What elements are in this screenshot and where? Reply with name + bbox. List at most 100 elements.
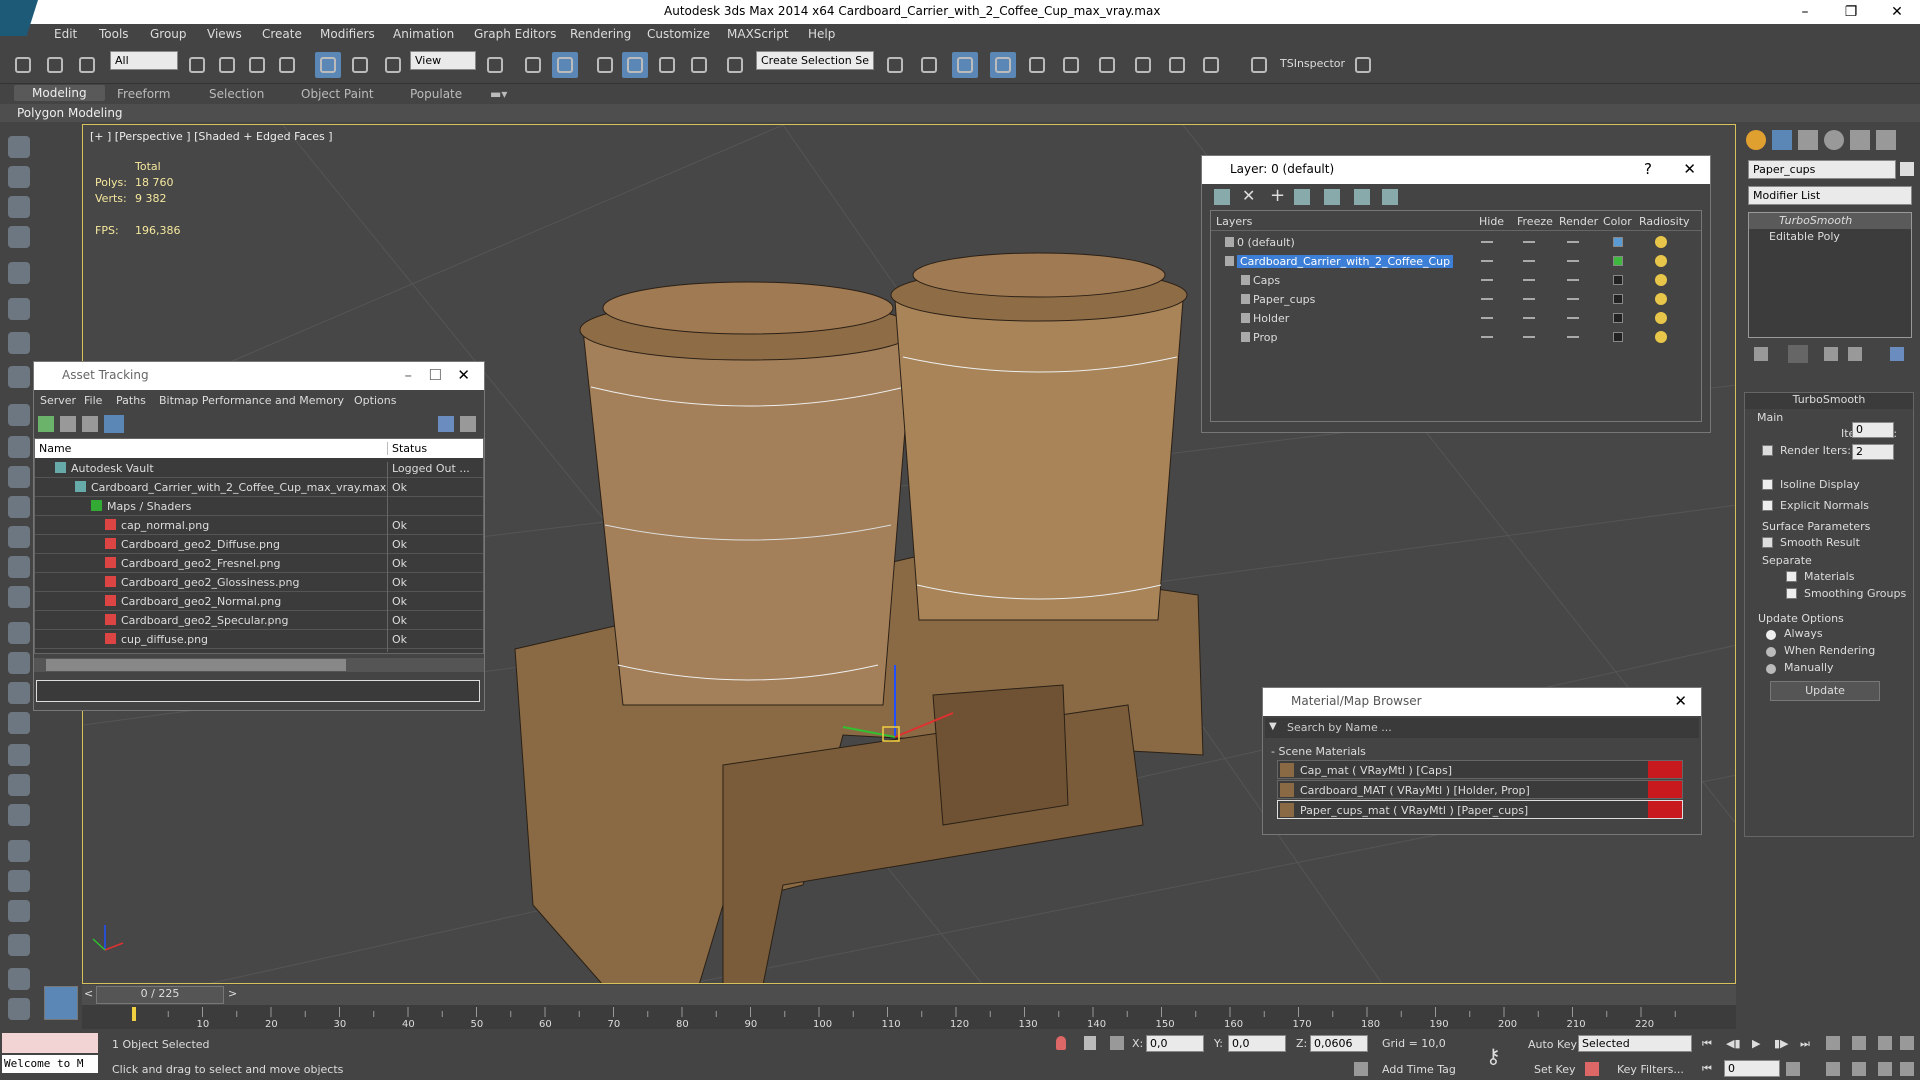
highlight-layer-icon[interactable] bbox=[1324, 189, 1340, 205]
freeze-toggle-icon[interactable] bbox=[1523, 298, 1535, 300]
add-to-layer-icon[interactable]: + bbox=[1270, 185, 1285, 206]
asset-row[interactable]: Maps / Shaders bbox=[35, 497, 483, 519]
hide-toggle-icon[interactable] bbox=[1481, 317, 1493, 319]
x-coord-field[interactable]: 0,0 bbox=[1146, 1035, 1204, 1052]
menu-paths[interactable]: Paths bbox=[116, 394, 146, 407]
prev-frame-icon[interactable]: ◀▮ bbox=[1726, 1037, 1741, 1050]
settings-icon[interactable] bbox=[460, 416, 476, 432]
utilities-tab-icon[interactable] bbox=[1876, 130, 1896, 150]
rect-selection-icon[interactable] bbox=[244, 52, 270, 78]
asset-row[interactable]: Cardboard_Carrier_with_2_Coffee_Cup_max_… bbox=[35, 478, 483, 500]
tab-object-paint[interactable]: Object Paint bbox=[301, 87, 374, 101]
script-icon[interactable] bbox=[8, 968, 30, 990]
material-browser-close-icon[interactable]: ✕ bbox=[1674, 692, 1687, 710]
hair-icon[interactable] bbox=[8, 774, 30, 796]
spinner-snap-icon[interactable] bbox=[686, 52, 712, 78]
sun-icon[interactable] bbox=[8, 556, 30, 578]
menu-options[interactable]: Options bbox=[354, 394, 396, 407]
auto-key-button[interactable]: Auto Key bbox=[1528, 1038, 1577, 1051]
material-search-input[interactable]: Search by Name ... bbox=[1287, 721, 1392, 734]
viewport-layout-icon[interactable] bbox=[44, 986, 78, 1020]
create-tab-icon[interactable] bbox=[1746, 130, 1766, 150]
delete-layer-icon[interactable]: ✕ bbox=[1242, 186, 1255, 205]
isolate-icon[interactable] bbox=[1056, 1036, 1066, 1050]
pin-stack-icon[interactable] bbox=[1754, 347, 1768, 361]
gear-icon[interactable] bbox=[8, 712, 30, 734]
asset-row[interactable]: Cardboard_geo2_Fresnel.png Ok bbox=[35, 554, 483, 576]
search-options-icon[interactable]: ▼ bbox=[1269, 721, 1277, 732]
rectangle-icon[interactable] bbox=[8, 404, 30, 426]
stack-item-editable-poly[interactable]: Editable Poly bbox=[1749, 229, 1911, 245]
radiosity-icon[interactable] bbox=[1655, 312, 1667, 324]
layer-color-swatch[interactable] bbox=[1613, 237, 1623, 247]
set-key-button[interactable]: Set Key bbox=[1534, 1063, 1576, 1076]
hierarchy-tab-icon[interactable] bbox=[1798, 130, 1818, 150]
plant-icon[interactable] bbox=[8, 744, 30, 766]
light-icon[interactable] bbox=[8, 262, 30, 284]
grid-icon[interactable] bbox=[8, 226, 30, 248]
paint-icon[interactable] bbox=[8, 804, 30, 826]
layer-manager-icon[interactable] bbox=[952, 52, 978, 78]
tab-populate[interactable]: Populate bbox=[410, 87, 462, 101]
app-logo-icon[interactable] bbox=[0, 0, 38, 36]
time-tag-icon[interactable] bbox=[1354, 1062, 1368, 1076]
asset-tracking-titlebar[interactable]: Asset Tracking – ☐ ✕ bbox=[34, 362, 484, 390]
bones-icon[interactable] bbox=[8, 652, 30, 674]
keyboard-shortcut-icon[interactable] bbox=[552, 52, 578, 78]
explicit-normals-checkbox[interactable] bbox=[1762, 500, 1773, 511]
viewport-label[interactable]: [+ ] [Perspective ] [Shaded + Edged Face… bbox=[90, 130, 333, 143]
render-iters-field[interactable]: 2 bbox=[1852, 444, 1894, 460]
controller-icon[interactable] bbox=[8, 900, 30, 922]
snap-3d-icon[interactable] bbox=[592, 52, 618, 78]
go-to-start-icon[interactable]: ⏮ bbox=[1702, 1037, 1712, 1051]
new-layer-icon[interactable] bbox=[1214, 189, 1230, 205]
y-coord-field[interactable]: 0,0 bbox=[1228, 1035, 1286, 1052]
timeline-ruler[interactable]: 10 20 30 40 50 60 70 80 90 100 110 120 130 140 150 160 1… bbox=[82, 1005, 1736, 1030]
lock-icon[interactable] bbox=[1084, 1036, 1096, 1050]
time-prev-icon[interactable]: < bbox=[84, 987, 93, 1000]
smoothing-groups-checkbox[interactable] bbox=[1786, 588, 1797, 599]
close-button[interactable]: ✕ bbox=[1874, 0, 1920, 24]
radiosity-icon[interactable] bbox=[1655, 255, 1667, 267]
isoline-checkbox[interactable] bbox=[1762, 479, 1773, 490]
plane-icon[interactable] bbox=[8, 196, 30, 218]
menu-help[interactable]: Help bbox=[808, 27, 835, 41]
z-coord-field[interactable]: 0,0606 bbox=[1310, 1035, 1368, 1052]
show-end-result-icon[interactable] bbox=[1788, 345, 1808, 363]
asset-row[interactable]: Autodesk Vault Logged Out ... bbox=[35, 459, 483, 481]
menu-views[interactable]: Views bbox=[207, 27, 242, 41]
key-selection-dropdown[interactable]: Selected bbox=[1578, 1035, 1692, 1052]
zoom-all-icon[interactable] bbox=[1852, 1036, 1866, 1050]
scene-materials-header[interactable]: - Scene Materials bbox=[1269, 742, 1695, 760]
menu-tools[interactable]: Tools bbox=[99, 27, 129, 41]
material-item[interactable]: Paper_cups_mat ( VRayMtl ) [Paper_cups] bbox=[1277, 800, 1683, 819]
refresh-icon[interactable] bbox=[38, 416, 54, 432]
layer-close-icon[interactable]: ✕ bbox=[1683, 160, 1696, 178]
move-icon[interactable] bbox=[315, 52, 341, 78]
schematic-view-icon[interactable] bbox=[1058, 52, 1084, 78]
asset-row[interactable]: cup_diffuse.png Ok bbox=[35, 630, 483, 652]
help-icon[interactable] bbox=[438, 416, 454, 432]
material-item[interactable]: Cardboard_MAT ( VRayMtl ) [Holder, Prop] bbox=[1277, 780, 1683, 799]
tab-selection[interactable]: Selection bbox=[209, 87, 264, 101]
menu-server[interactable]: Server bbox=[40, 394, 76, 407]
key-icon[interactable]: ⚷ bbox=[1486, 1044, 1501, 1068]
update-button[interactable]: Update bbox=[1770, 681, 1880, 701]
zoom-icon[interactable] bbox=[1826, 1036, 1840, 1050]
link-icon[interactable] bbox=[10, 52, 36, 78]
sphere-material-icon[interactable] bbox=[8, 586, 30, 608]
menu-customize[interactable]: Customize bbox=[647, 27, 710, 41]
column-freeze[interactable]: Freeze bbox=[1517, 215, 1553, 228]
key-mode-toggle-icon[interactable]: ⏮ bbox=[1702, 1062, 1712, 1076]
remove-modifier-icon[interactable] bbox=[1848, 347, 1862, 361]
when-rendering-radio[interactable] bbox=[1766, 647, 1776, 657]
asset-hscrollbar[interactable] bbox=[34, 658, 484, 672]
box-icon[interactable] bbox=[8, 166, 30, 188]
make-unique-icon[interactable] bbox=[1824, 347, 1838, 361]
hide-toggle-icon[interactable] bbox=[1481, 279, 1493, 281]
minimize-button[interactable]: – bbox=[1782, 0, 1828, 24]
modifier-list-dropdown[interactable]: Modifier List bbox=[1748, 186, 1912, 205]
helper-icon[interactable] bbox=[8, 332, 30, 354]
layer-color-swatch[interactable] bbox=[1613, 256, 1623, 266]
column-status[interactable]: Status bbox=[387, 442, 427, 455]
